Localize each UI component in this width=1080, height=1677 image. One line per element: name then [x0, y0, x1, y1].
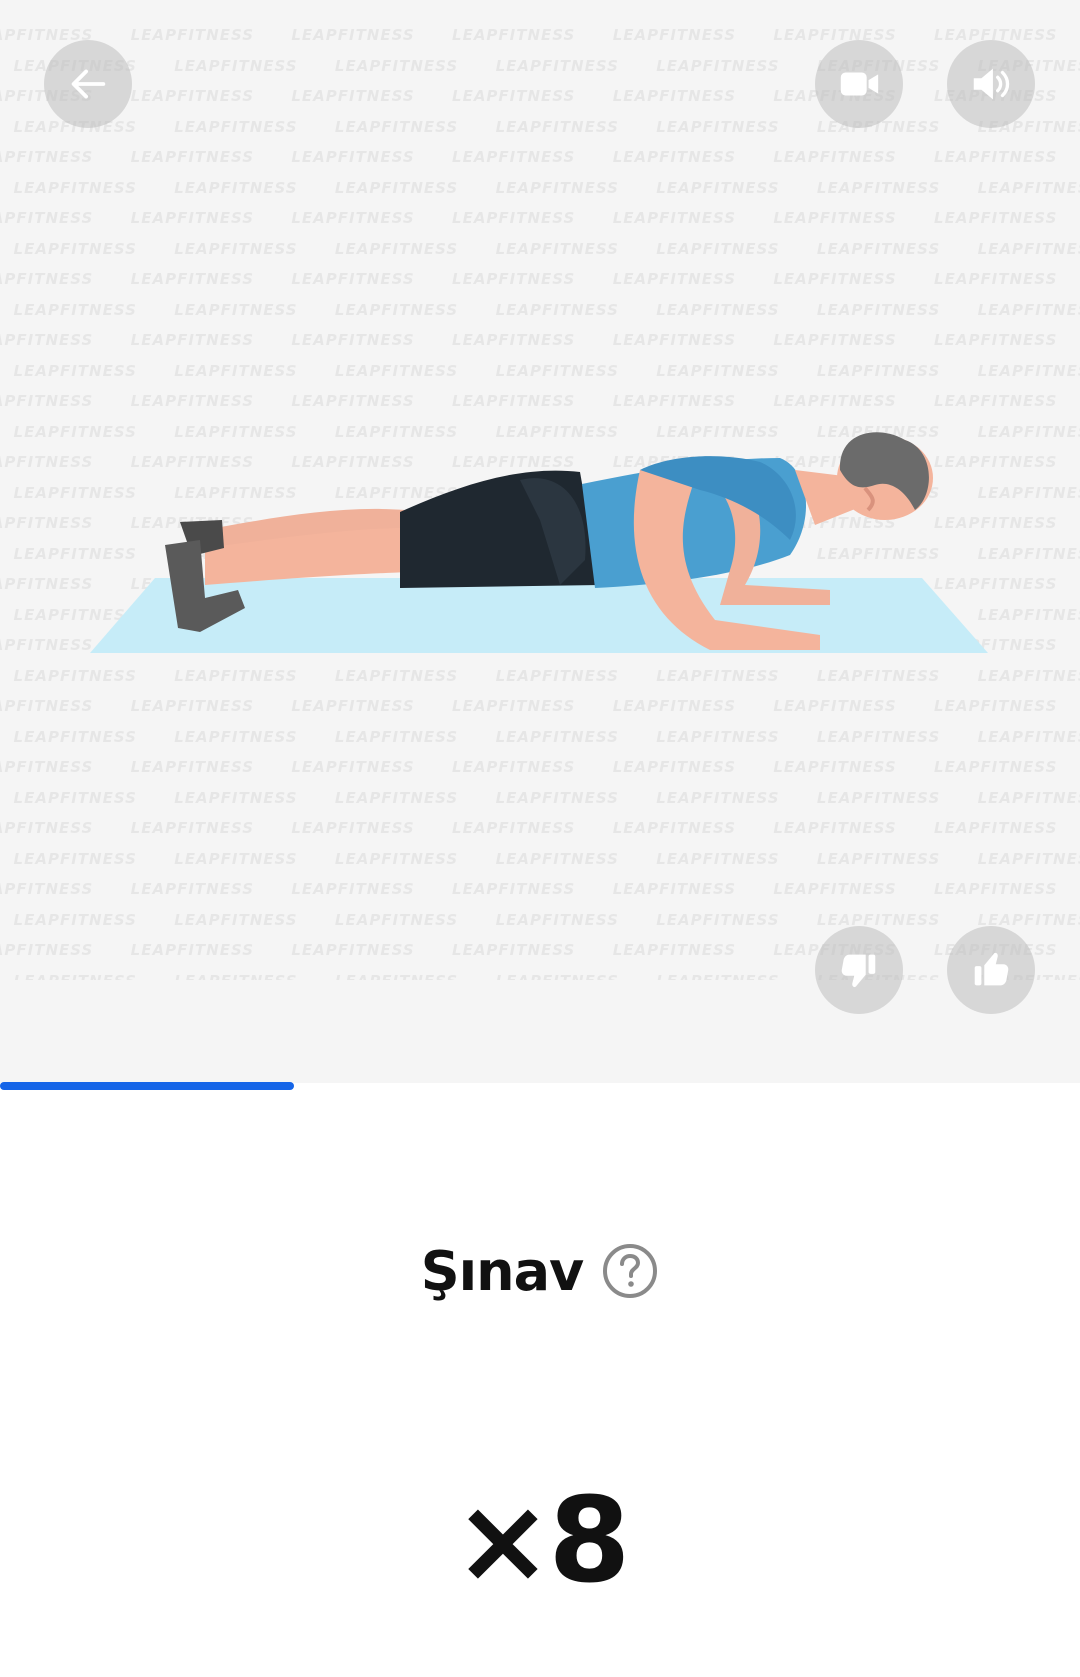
arrow-left-icon [71, 69, 106, 99]
like-button[interactable] [947, 926, 1035, 1014]
exercise-title-row: Şınav [0, 1226, 1080, 1316]
pushup-illustration [90, 432, 988, 653]
exercise-name: Şınav [420, 1239, 584, 1303]
progress-fill [0, 1082, 294, 1090]
question-circle-icon [603, 1244, 658, 1298]
speaker-volume-icon [973, 68, 1010, 100]
sound-button[interactable] [947, 40, 1035, 128]
repetition-count: ×8 [453, 1471, 631, 1609]
thumbs-up-icon [974, 952, 1009, 986]
video-camera-icon [840, 72, 879, 96]
exercise-media-area: LEAPFITNESS LEAPFITNESS LEAPFITNESS LEAP… [0, 0, 1080, 1083]
dislike-button[interactable] [815, 926, 903, 1014]
thumbs-down-icon [841, 954, 876, 988]
video-button[interactable] [815, 40, 903, 128]
exercise-progress-bar [0, 1082, 1080, 1090]
back-button[interactable] [44, 40, 132, 128]
help-button[interactable] [601, 1242, 659, 1300]
